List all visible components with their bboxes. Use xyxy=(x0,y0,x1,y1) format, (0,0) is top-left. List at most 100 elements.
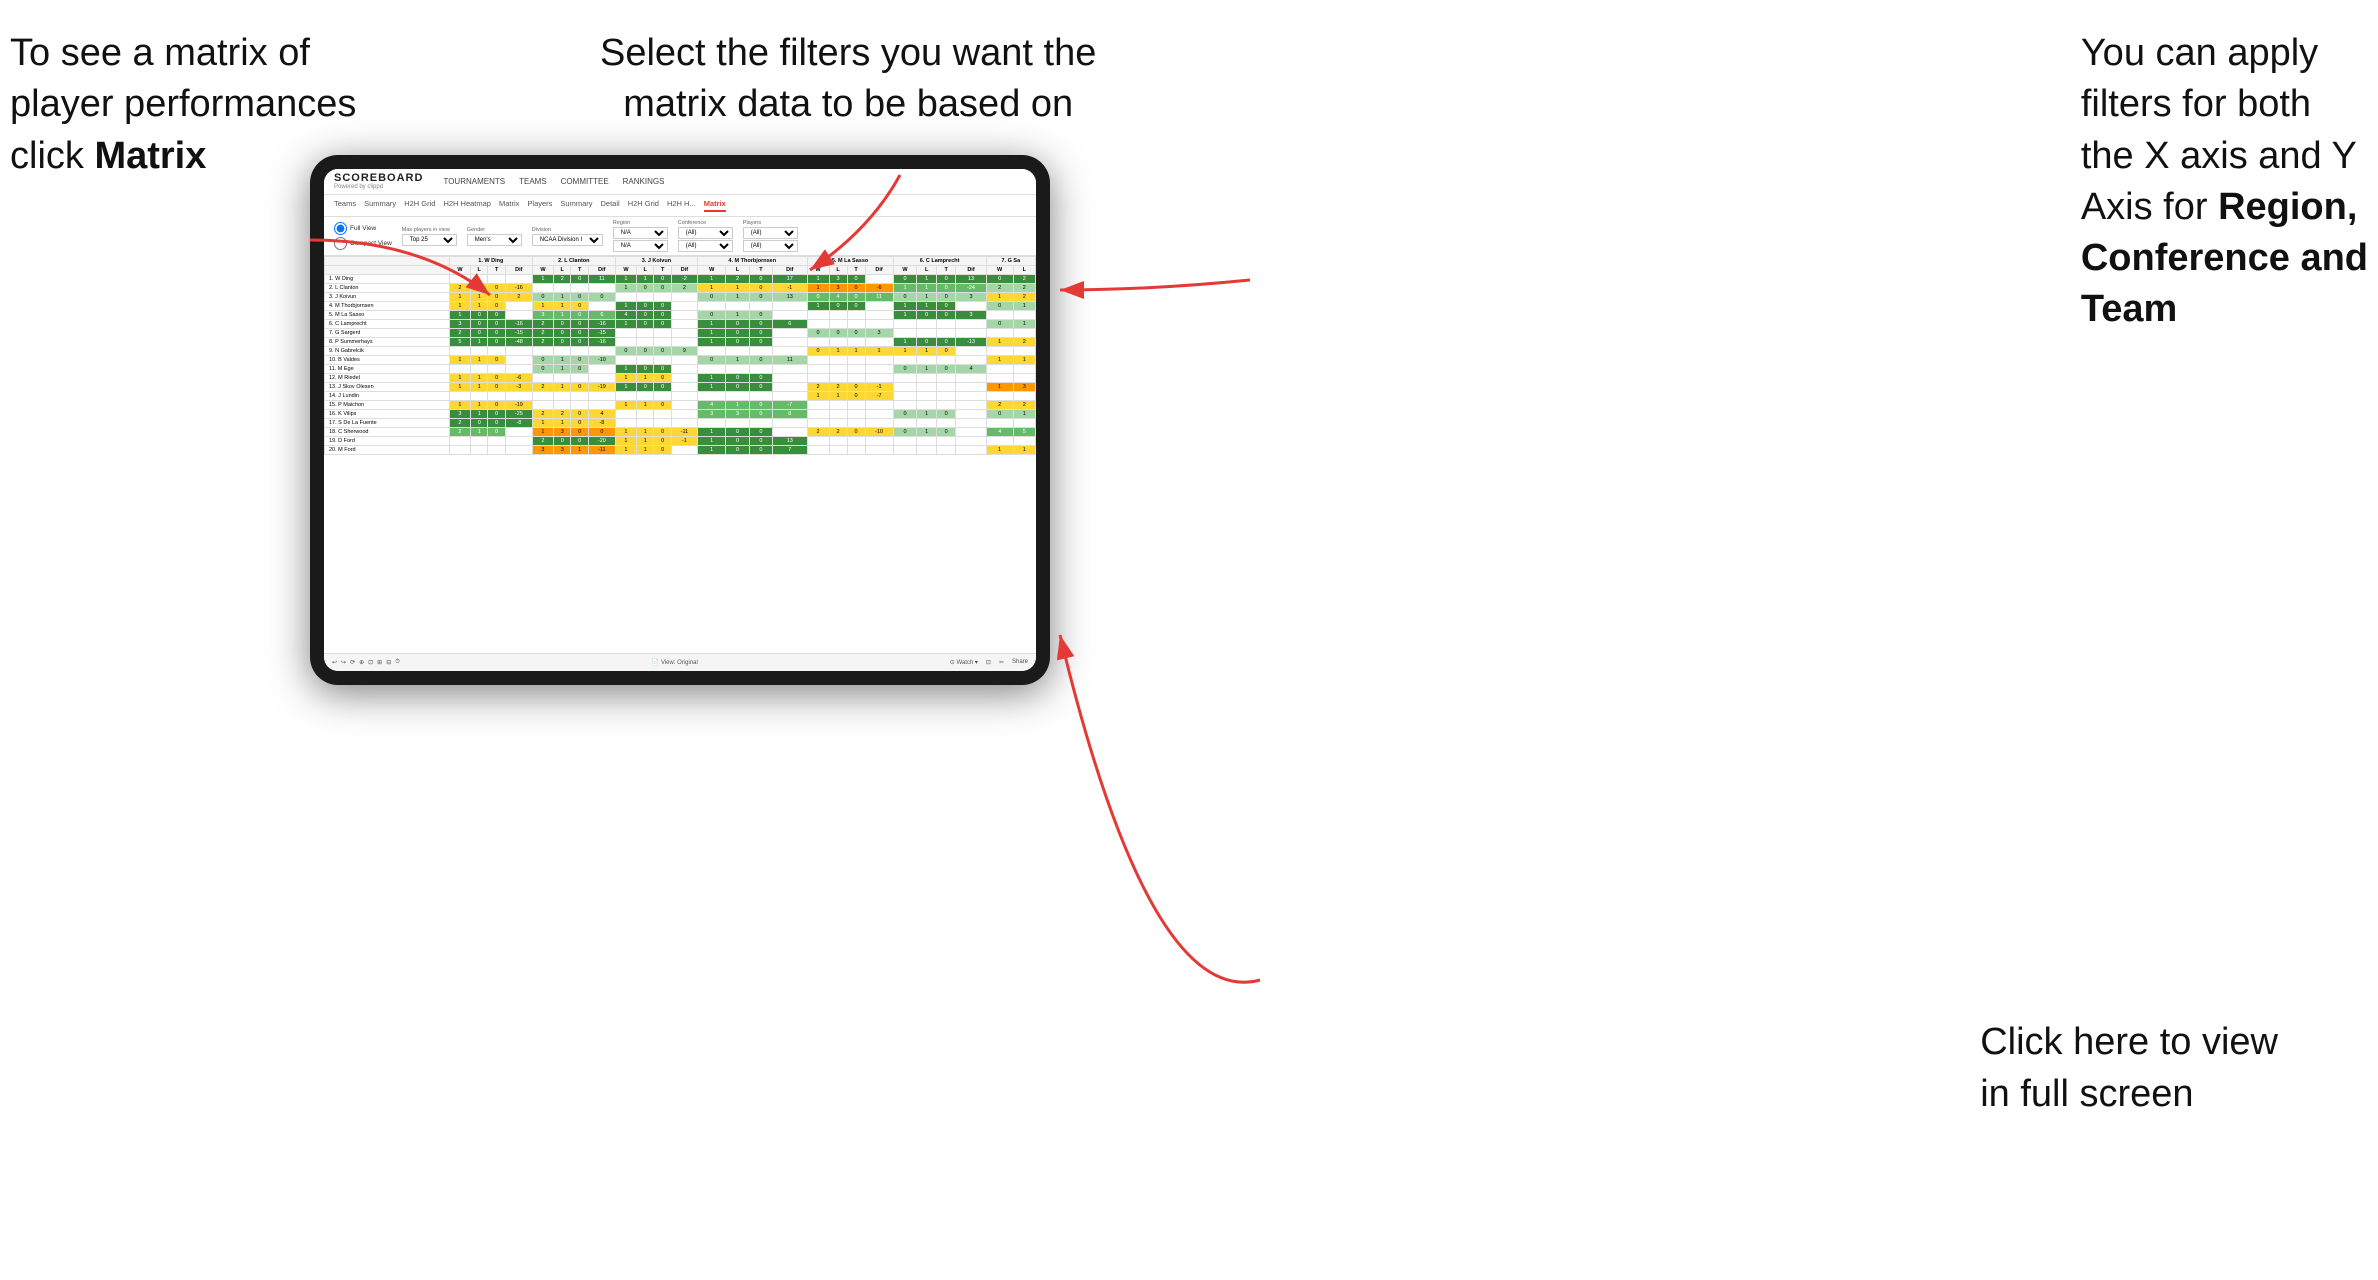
gender-select[interactable]: Men's xyxy=(467,234,522,246)
view-original[interactable]: 📄 View: Original xyxy=(652,659,698,666)
matrix-cell: 0 xyxy=(571,383,588,392)
matrix-cell: 1 xyxy=(807,284,829,293)
col-header-7: 7. G Sa xyxy=(986,257,1035,266)
matrix-cell xyxy=(449,392,470,401)
max-players-select[interactable]: Top 25 xyxy=(402,234,457,246)
table-row: 12. M Riedel110-6110100 xyxy=(325,374,1036,383)
matrix-cell: 3 xyxy=(554,428,571,437)
matrix-cell xyxy=(956,329,986,338)
matrix-cell xyxy=(807,437,829,446)
division-select[interactable]: NCAA Division I xyxy=(532,234,603,246)
matrix-cell: 5 xyxy=(1013,428,1035,437)
matrix-cell: -16 xyxy=(505,284,532,293)
matrix-area[interactable]: 1. W Ding 2. L Clanton 3. J Koivun 4. M … xyxy=(324,256,1036,653)
matrix-cell: 0 xyxy=(749,356,772,365)
matrix-cell xyxy=(829,311,847,320)
matrix-cell xyxy=(847,446,865,455)
matrix-cell xyxy=(807,338,829,347)
region-select-1[interactable]: N/A xyxy=(613,227,668,239)
matrix-cell: 0 xyxy=(936,365,956,374)
tab-h2h-grid[interactable]: H2H Grid xyxy=(404,199,435,212)
matrix-cell: 0 xyxy=(749,437,772,446)
matrix-cell: 0 xyxy=(847,392,865,401)
matrix-cell xyxy=(807,311,829,320)
toolbar-right[interactable]: ⊙ Watch ▾ ⊡ ✂ Share xyxy=(950,659,1028,666)
tablet-screen: SCOREBOARD Powered by clippd TOURNAMENTS… xyxy=(324,169,1036,671)
tab-matrix-active[interactable]: Matrix xyxy=(704,199,726,212)
tab-h2h-grid2[interactable]: H2H Grid xyxy=(628,199,659,212)
matrix-cell xyxy=(671,410,697,419)
conference-select-2[interactable]: (All) xyxy=(678,240,733,252)
matrix-cell: -19 xyxy=(588,383,615,392)
tab-summary2[interactable]: Summary xyxy=(560,199,592,212)
matrix-cell: 1 xyxy=(917,410,937,419)
matrix-cell: 1 xyxy=(697,284,725,293)
matrix-cell: 0 xyxy=(749,329,772,338)
tab-summary[interactable]: Summary xyxy=(364,199,396,212)
conference-select-1[interactable]: (All) xyxy=(678,227,733,239)
nav-tournaments[interactable]: TOURNAMENTS xyxy=(443,177,505,186)
matrix-cell xyxy=(654,419,671,428)
matrix-cell: 4 xyxy=(615,311,636,320)
matrix-cell xyxy=(865,302,893,311)
matrix-cell xyxy=(505,311,532,320)
matrix-cell: 0 xyxy=(571,311,588,320)
matrix-cell xyxy=(956,446,986,455)
tab-teams[interactable]: Teams xyxy=(334,199,356,212)
matrix-cell: 13 xyxy=(773,437,807,446)
matrix-cell: 1 xyxy=(829,347,847,356)
matrix-cell: 1 xyxy=(471,428,488,437)
tab-matrix[interactable]: Matrix xyxy=(499,199,519,212)
tab-h2h-heatmap[interactable]: H2H Heatmap xyxy=(443,199,491,212)
matrix-cell xyxy=(588,374,615,383)
table-row: 19. D Ford200-20110-110013 xyxy=(325,437,1036,446)
matrix-table: 1. W Ding 2. L Clanton 3. J Koivun 4. M … xyxy=(324,256,1036,455)
matrix-cell: 2 xyxy=(1013,275,1035,284)
annotation-top-center: Select the filters you want the matrix d… xyxy=(600,28,1096,131)
players-select-1[interactable]: (All) xyxy=(743,227,798,239)
nav-rankings[interactable]: RANKINGS xyxy=(623,177,665,186)
matrix-cell xyxy=(865,401,893,410)
matrix-cell: -2 xyxy=(671,275,697,284)
matrix-cell xyxy=(488,347,505,356)
matrix-cell: 3 xyxy=(697,410,725,419)
players-select-2[interactable]: (All) xyxy=(743,240,798,252)
matrix-cell xyxy=(847,320,865,329)
matrix-cell: 1 xyxy=(697,428,725,437)
matrix-cell: 1 xyxy=(615,275,636,284)
matrix-cell: 0 xyxy=(936,428,956,437)
matrix-cell: 0 xyxy=(488,302,505,311)
matrix-cell xyxy=(986,311,1013,320)
matrix-cell: 2 xyxy=(449,329,470,338)
region-select-2[interactable]: N/A xyxy=(613,240,668,252)
tab-players[interactable]: Players xyxy=(527,199,552,212)
matrix-cell: 0 xyxy=(807,329,829,338)
matrix-cell: 1 xyxy=(532,275,553,284)
compact-view-radio[interactable]: Compact View xyxy=(334,237,392,250)
toolbar-left-icons[interactable]: ↩ ↪ ⟳ ⊕ ⊡ ⊞ ⊟ ⏱ xyxy=(332,659,400,666)
matrix-cell: 0 xyxy=(488,284,505,293)
matrix-cell xyxy=(829,446,847,455)
matrix-cell: 0 xyxy=(488,419,505,428)
matrix-cell: 1 xyxy=(1013,302,1035,311)
matrix-cell xyxy=(956,437,986,446)
matrix-cell xyxy=(637,410,654,419)
matrix-cell: 0 xyxy=(471,329,488,338)
full-view-radio[interactable]: Full View xyxy=(334,222,392,235)
matrix-cell: 3 xyxy=(956,311,986,320)
nav-bar: TOURNAMENTS TEAMS COMMITTEE RANKINGS xyxy=(443,177,664,186)
matrix-cell: 6 xyxy=(773,320,807,329)
annotation-top-left: To see a matrix of player performances c… xyxy=(10,28,356,182)
matrix-cell: 2 xyxy=(505,293,532,302)
nav-committee[interactable]: COMMITTEE xyxy=(561,177,609,186)
matrix-cell: 1 xyxy=(532,428,553,437)
matrix-cell: 11 xyxy=(773,356,807,365)
tab-h2h-h[interactable]: H2H H... xyxy=(667,199,696,212)
nav-teams[interactable]: TEAMS xyxy=(519,177,547,186)
matrix-cell: 0 xyxy=(571,338,588,347)
matrix-cell xyxy=(554,392,571,401)
matrix-cell: 0 xyxy=(986,302,1013,311)
matrix-cell: -11 xyxy=(671,428,697,437)
tab-detail[interactable]: Detail xyxy=(601,199,620,212)
matrix-cell: 11 xyxy=(865,293,893,302)
